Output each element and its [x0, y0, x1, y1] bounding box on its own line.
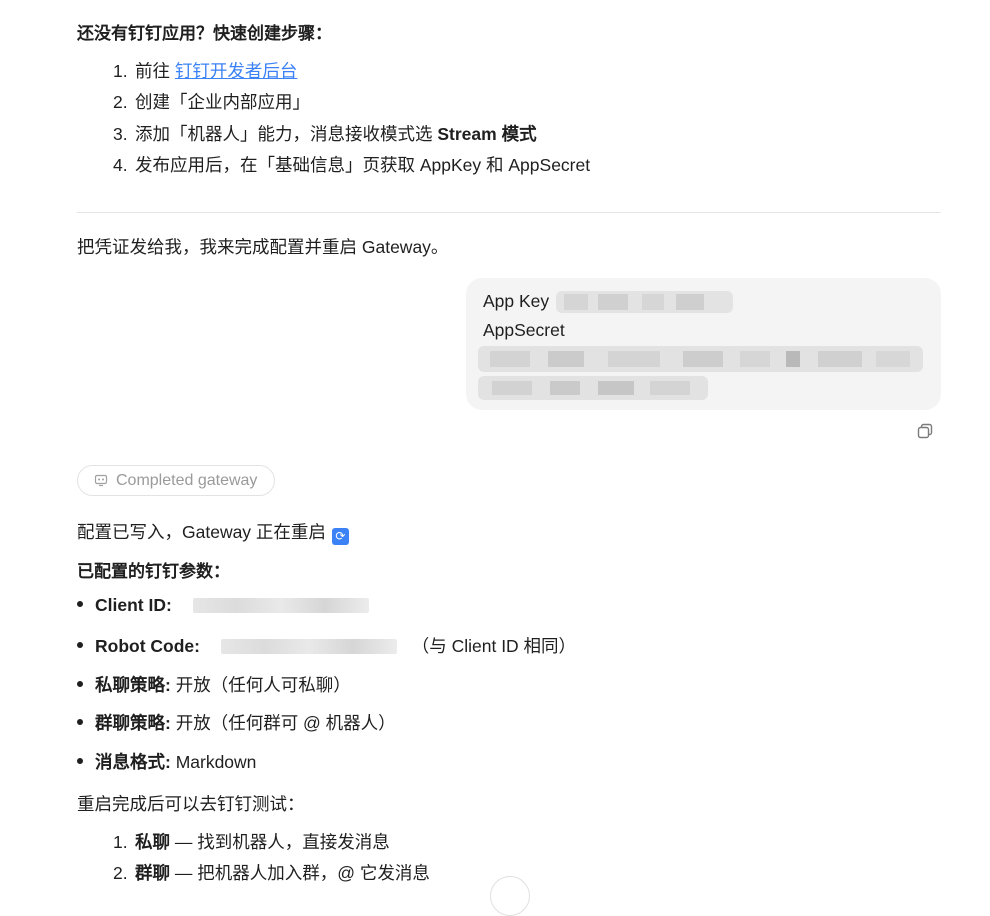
params-heading: 已配置的钉钉参数：	[77, 562, 230, 581]
guide-step-4: 4. 发布应用后，在「基础信息」页获取 AppKey 和 AppSecret	[113, 155, 591, 175]
user-message-bubble: App Key AppSecret	[466, 278, 941, 410]
guide-step-1: 1. 前往 钉钉开发者后台	[113, 61, 298, 81]
param-group-chat-policy: 群聊策略: 开放（任何群可 @ 机器人）	[77, 710, 396, 735]
test-heading: 重启完成后可以去钉钉测试：	[77, 794, 305, 814]
app-secret-redacted-line-1	[478, 346, 923, 372]
client-id-redacted	[192, 598, 369, 613]
dingtalk-dev-console-link[interactable]: 钉钉开发者后台	[175, 61, 298, 81]
status-line: 配置已写入，Gateway 正在重启 ⟳	[77, 519, 349, 545]
app-key-redacted	[556, 291, 733, 313]
param-client-id: Client ID:	[77, 595, 369, 616]
scroll-to-bottom-button[interactable]	[490, 876, 530, 916]
test-step-2: 2. 群聊 — 把机器人加入群，@ 它发消息	[113, 863, 430, 883]
app-key-label: App Key	[483, 291, 550, 311]
app-secret-redacted-line-2	[478, 376, 708, 400]
tool-status-pill[interactable]: Completed gateway	[77, 465, 275, 496]
guide-step-2: 2. 创建「企业内部应用」	[113, 92, 310, 112]
assistant-prompt: 把凭证发给我，我来完成配置并重启 Gateway。	[77, 237, 449, 257]
param-message-format: 消息格式: Markdown	[77, 749, 256, 774]
param-robot-code: Robot Code: （与 Client ID 相同）	[77, 633, 576, 658]
tool-status-label: Completed gateway	[116, 472, 258, 489]
section-divider	[77, 212, 941, 213]
guide-step-3: 3. 添加「机器人」能力，消息接收模式选 Stream 模式	[113, 124, 537, 144]
robot-code-redacted	[220, 639, 397, 654]
app-secret-label: AppSecret	[483, 320, 565, 340]
robot-icon	[94, 474, 108, 487]
param-private-chat-policy: 私聊策略: 开放（任何人可私聊）	[77, 672, 351, 697]
stream-mode-label: Stream 模式	[437, 124, 537, 144]
guide-heading: 还没有钉钉应用？快速创建步骤：	[77, 24, 332, 43]
copy-icon[interactable]	[916, 422, 934, 440]
test-step-1: 1. 私聊 — 找到机器人，直接发消息	[113, 832, 390, 852]
refresh-icon: ⟳	[331, 528, 349, 545]
